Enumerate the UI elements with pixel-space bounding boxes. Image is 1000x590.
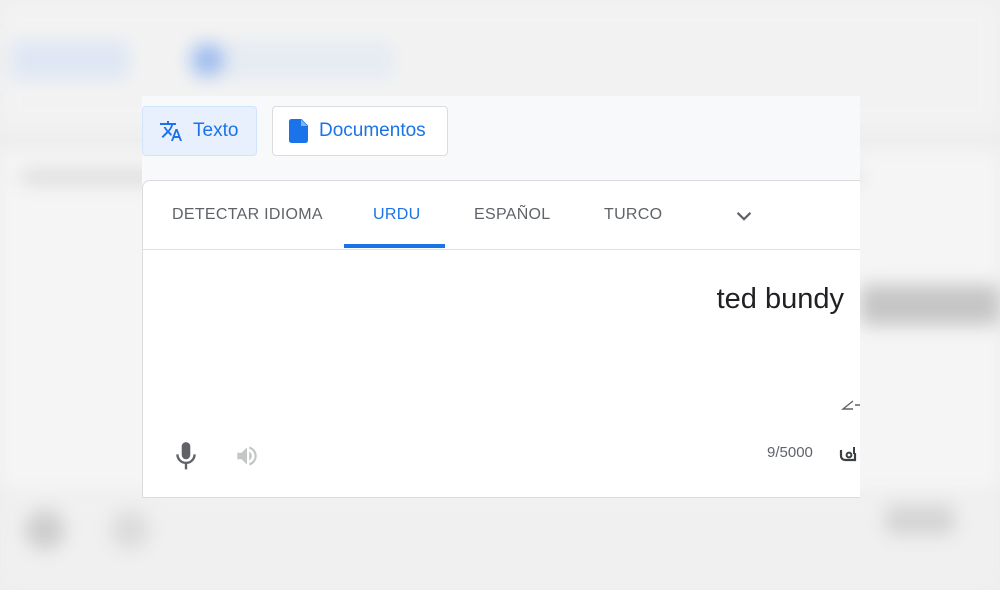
text-mode-button[interactable]: Texto bbox=[142, 106, 257, 156]
blurred-text-chip bbox=[10, 40, 130, 80]
active-tab-indicator bbox=[344, 244, 445, 248]
blurred-right-button bbox=[885, 505, 955, 535]
source-card: DETECTAR IDIOMA URDU ESPAÑOL TURCO ted b… bbox=[142, 180, 860, 498]
text-mode-label: Texto bbox=[193, 120, 239, 141]
tab-turkish[interactable]: TURCO bbox=[604, 181, 662, 249]
source-language-tabs: DETECTAR IDIOMA URDU ESPAÑOL TURCO bbox=[143, 181, 860, 250]
handwriting-icon[interactable] bbox=[837, 442, 860, 466]
blurred-round-button bbox=[110, 510, 150, 550]
speaker-icon bbox=[237, 446, 257, 466]
tab-spanish[interactable]: ESPAÑOL bbox=[474, 181, 551, 249]
script-glyph-icon bbox=[841, 400, 860, 410]
blurred-right-text bbox=[860, 285, 1000, 325]
microphone-icon[interactable] bbox=[173, 441, 199, 471]
screenshot-stage: Texto Documentos DETECTAR IDIOMA URDU ES… bbox=[0, 0, 1000, 590]
character-count: 9/5000 bbox=[767, 444, 813, 461]
blurred-documents-chip bbox=[185, 40, 395, 80]
tab-detect-language[interactable]: DETECTAR IDIOMA bbox=[172, 181, 323, 249]
translate-icon bbox=[160, 121, 182, 141]
documents-mode-button[interactable]: Documentos bbox=[272, 106, 448, 156]
translate-panel: Texto Documentos DETECTAR IDIOMA URDU ES… bbox=[142, 96, 860, 498]
source-text[interactable]: ted bundy bbox=[717, 283, 844, 316]
document-icon bbox=[289, 119, 308, 143]
blurred-round-button bbox=[25, 510, 65, 550]
tab-urdu[interactable]: URDU bbox=[373, 181, 420, 249]
blurred-bottom-bar bbox=[0, 500, 1000, 590]
chevron-down-icon[interactable] bbox=[733, 205, 755, 227]
documents-mode-label: Documentos bbox=[319, 120, 426, 141]
blurred-document-icon bbox=[192, 44, 224, 76]
